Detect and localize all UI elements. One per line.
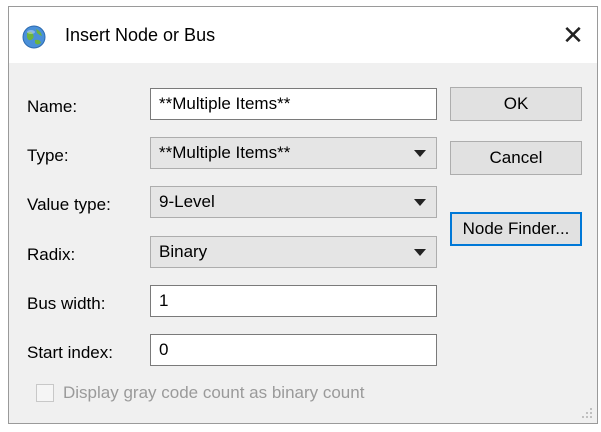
radix-dropdown-value: Binary	[159, 242, 208, 261]
value-type-dropdown[interactable]: 9-Level	[150, 186, 437, 218]
chevron-down-icon	[414, 249, 426, 256]
value-type-dropdown-value: 9-Level	[159, 192, 215, 211]
bus-width-field[interactable]	[150, 285, 437, 317]
start-index-field[interactable]	[150, 334, 437, 366]
type-dropdown[interactable]: **Multiple Items**	[150, 137, 437, 169]
node-finder-button[interactable]: Node Finder...	[450, 212, 582, 246]
globe-icon	[22, 25, 46, 49]
resize-grip-icon[interactable]	[581, 407, 593, 419]
value-type-label: Value type:	[27, 195, 111, 214]
insert-node-dialog: Insert Node or Bus ✕ Name: Type: **Multi…	[8, 6, 598, 424]
chevron-down-icon	[414, 199, 426, 206]
close-icon: ✕	[562, 20, 584, 50]
close-button[interactable]: ✕	[555, 17, 591, 53]
radix-dropdown[interactable]: Binary	[150, 236, 437, 268]
name-field[interactable]	[150, 88, 437, 120]
dialog-title: Insert Node or Bus	[65, 25, 216, 45]
bus-width-label: Bus width:	[27, 294, 106, 313]
ok-button[interactable]: OK	[450, 87, 582, 121]
cancel-button[interactable]: Cancel	[450, 141, 582, 175]
chevron-down-icon	[414, 150, 426, 157]
type-dropdown-value: **Multiple Items**	[159, 143, 291, 162]
gray-code-label: Display gray code count as binary count	[63, 383, 365, 402]
type-label: Type:	[27, 146, 69, 165]
radix-label: Radix:	[27, 245, 76, 264]
gray-code-checkbox[interactable]	[36, 384, 54, 402]
title-bar: Insert Node or Bus ✕	[9, 7, 597, 63]
start-index-label: Start index:	[27, 343, 113, 362]
name-label: Name:	[27, 97, 78, 116]
